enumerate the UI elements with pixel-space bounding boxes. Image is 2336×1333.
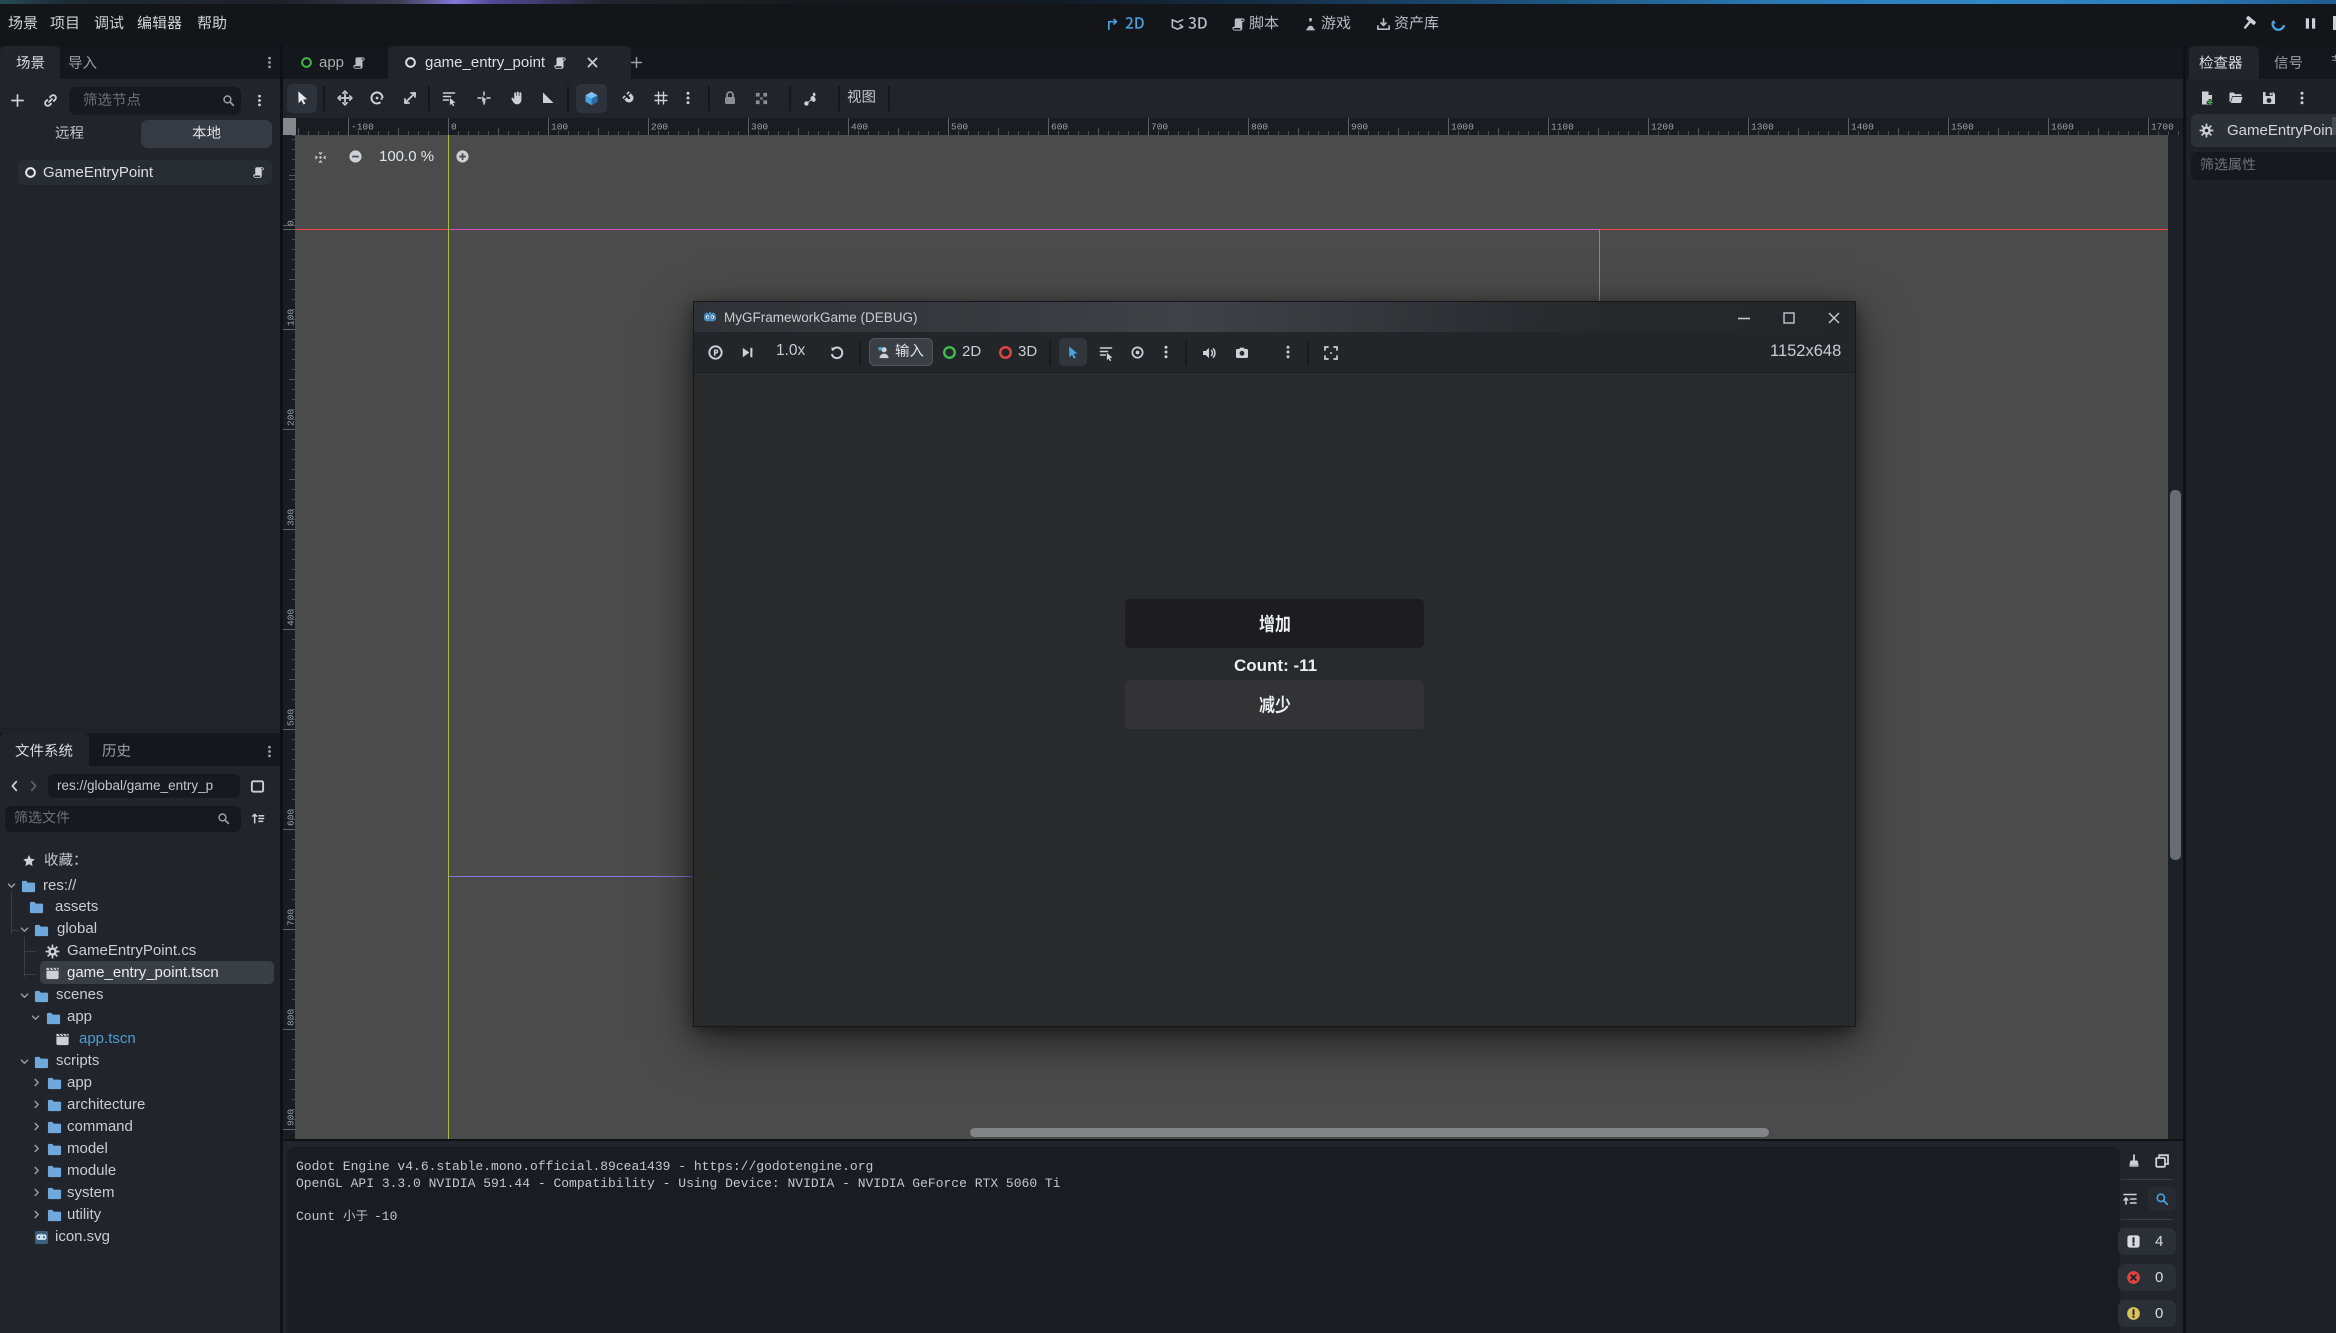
svg-text:0: 0 [451, 122, 457, 133]
svg-text:200: 200 [651, 122, 668, 133]
svg-text:100: 100 [551, 122, 568, 133]
svg-text:1400: 1400 [1851, 122, 1874, 133]
svg-text:1100: 1100 [1551, 122, 1574, 133]
svg-text:300: 300 [751, 122, 768, 133]
svg-text:1700: 1700 [2151, 122, 2174, 133]
svg-text:1000: 1000 [1451, 122, 1474, 133]
svg-text:900: 900 [1351, 122, 1368, 133]
svg-text:1500: 1500 [1951, 122, 1974, 133]
svg-text:600: 600 [1051, 122, 1068, 133]
svg-text:400: 400 [851, 122, 868, 133]
svg-text:1600: 1600 [2051, 122, 2074, 133]
svg-text:1200: 1200 [1651, 122, 1674, 133]
svg-text:1300: 1300 [1751, 122, 1774, 133]
svg-text:-100: -100 [351, 122, 374, 133]
svg-text:700: 700 [1151, 122, 1168, 133]
svg-text:800: 800 [1251, 122, 1268, 133]
svg-text:500: 500 [951, 122, 968, 133]
